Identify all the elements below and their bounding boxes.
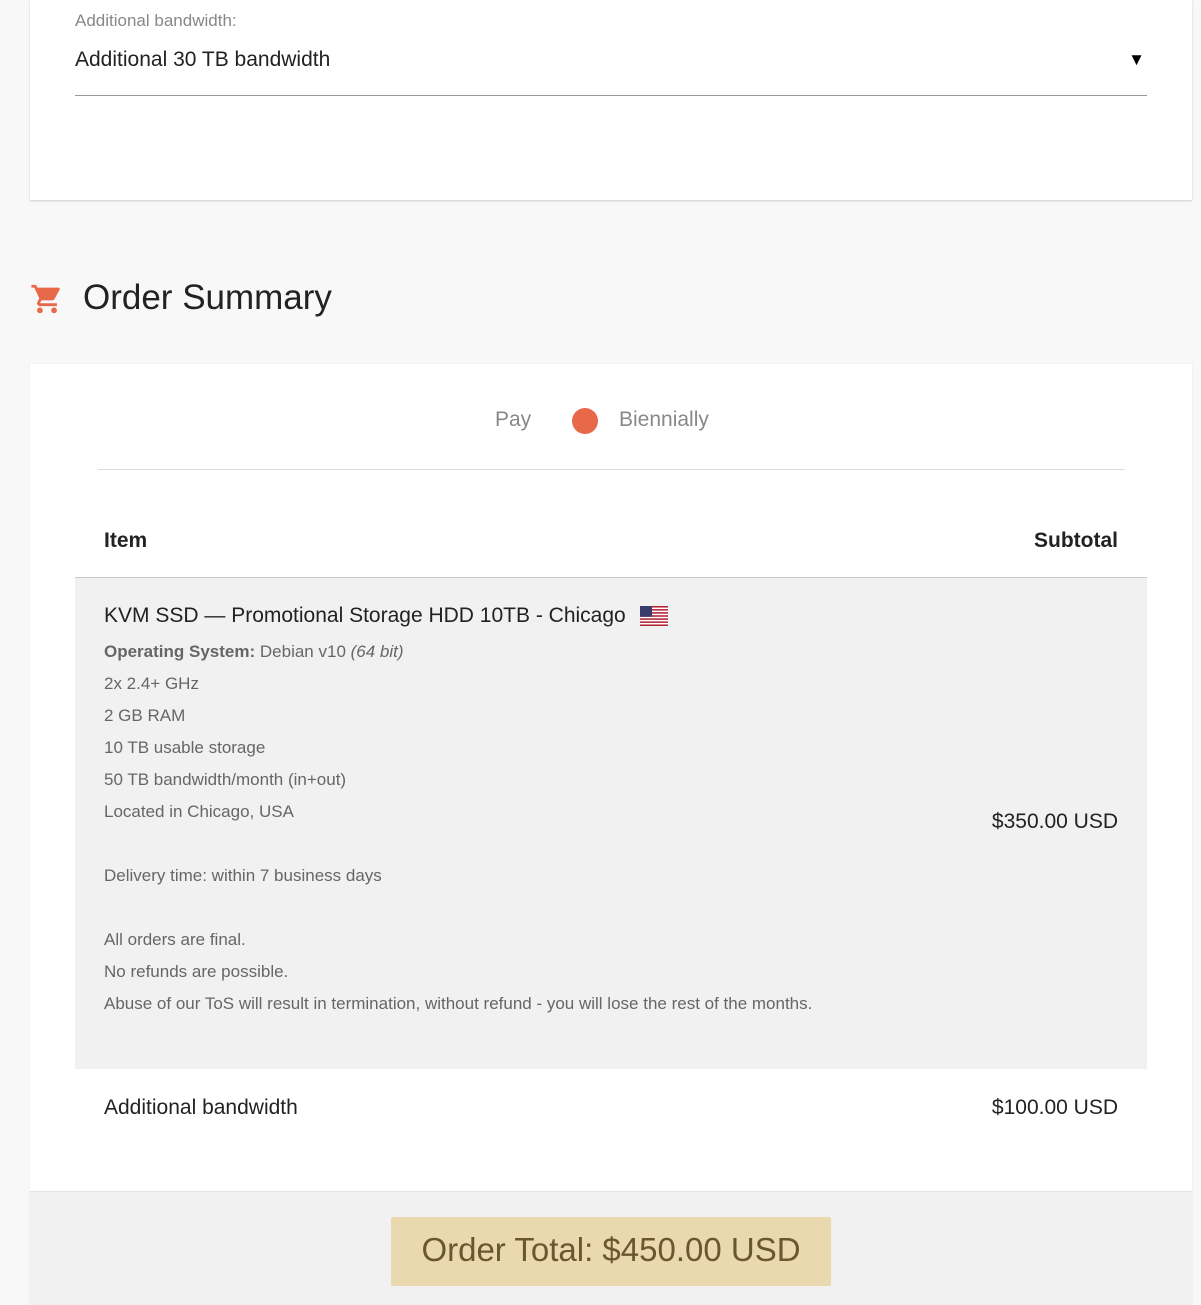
- divider: [98, 469, 1125, 470]
- order-summary-card: Pay Biennially Item Subtotal KVM SSD — P…: [30, 364, 1192, 1305]
- product-name: KVM SSD — Promotional Storage HDD 10TB -…: [104, 604, 626, 627]
- extra-item-subtotal: $100.00 USD: [991, 1096, 1118, 1119]
- bandwidth-card: Additional bandwidth: Additional 30 TB b…: [30, 0, 1192, 200]
- order-total-bar: Order Total: $450.00 USD: [30, 1191, 1192, 1305]
- cart-icon: [31, 284, 60, 314]
- pay-label: Pay: [495, 408, 532, 431]
- spec-ram: 2 GB RAM: [104, 706, 186, 725]
- bandwidth-label: Additional bandwidth:: [75, 11, 237, 30]
- us-flag-icon: [640, 606, 668, 626]
- os-arch: (64 bit): [350, 642, 404, 661]
- table-row: Additional bandwidth $100.00 USD: [75, 1069, 1147, 1149]
- terms-line-3: Abuse of our ToS will result in terminat…: [104, 994, 813, 1013]
- table-header: Item Subtotal: [75, 504, 1147, 578]
- order-total-label: Order Total: $450.00 USD: [421, 1231, 801, 1268]
- column-header-subtotal: Subtotal: [1034, 529, 1118, 552]
- billing-period-label[interactable]: Biennially: [619, 408, 709, 432]
- billing-cycle-row: Pay Biennially: [30, 406, 1192, 436]
- terms-line-2: No refunds are possible.: [104, 962, 289, 981]
- bandwidth-selected-value: Additional 30 TB bandwidth: [75, 48, 331, 71]
- os-value: Debian v10: [259, 642, 346, 661]
- spec-bandwidth: 50 TB bandwidth/month (in+out): [104, 770, 347, 789]
- delivery-time: Delivery time: within 7 business days: [104, 866, 382, 885]
- table-row: KVM SSD — Promotional Storage HDD 10TB -…: [75, 578, 1147, 1069]
- column-header-item: Item: [104, 529, 148, 552]
- billing-radio[interactable]: [572, 408, 598, 434]
- spec-storage: 10 TB usable storage: [104, 738, 266, 757]
- os-line: Operating System: Debian v10 (64 bit): [104, 636, 824, 668]
- dropdown-arrow-icon: ▼: [1128, 50, 1145, 69]
- bandwidth-select[interactable]: Additional 30 TB bandwidth ▼: [75, 40, 1147, 96]
- page-title: Order Summary: [83, 278, 332, 317]
- terms-line-1: All orders are final.: [104, 930, 246, 949]
- product-details: Operating System: Debian v10 (64 bit) 2x…: [104, 636, 824, 1020]
- extra-item-name: Additional bandwidth: [104, 1096, 298, 1119]
- spec-location: Located in Chicago, USA: [104, 802, 294, 821]
- order-total-button[interactable]: Order Total: $450.00 USD: [391, 1217, 831, 1286]
- os-label: Operating System:: [104, 642, 256, 661]
- spec-cpu: 2x 2.4+ GHz: [104, 674, 199, 693]
- product-subtotal: $350.00 USD: [991, 810, 1118, 833]
